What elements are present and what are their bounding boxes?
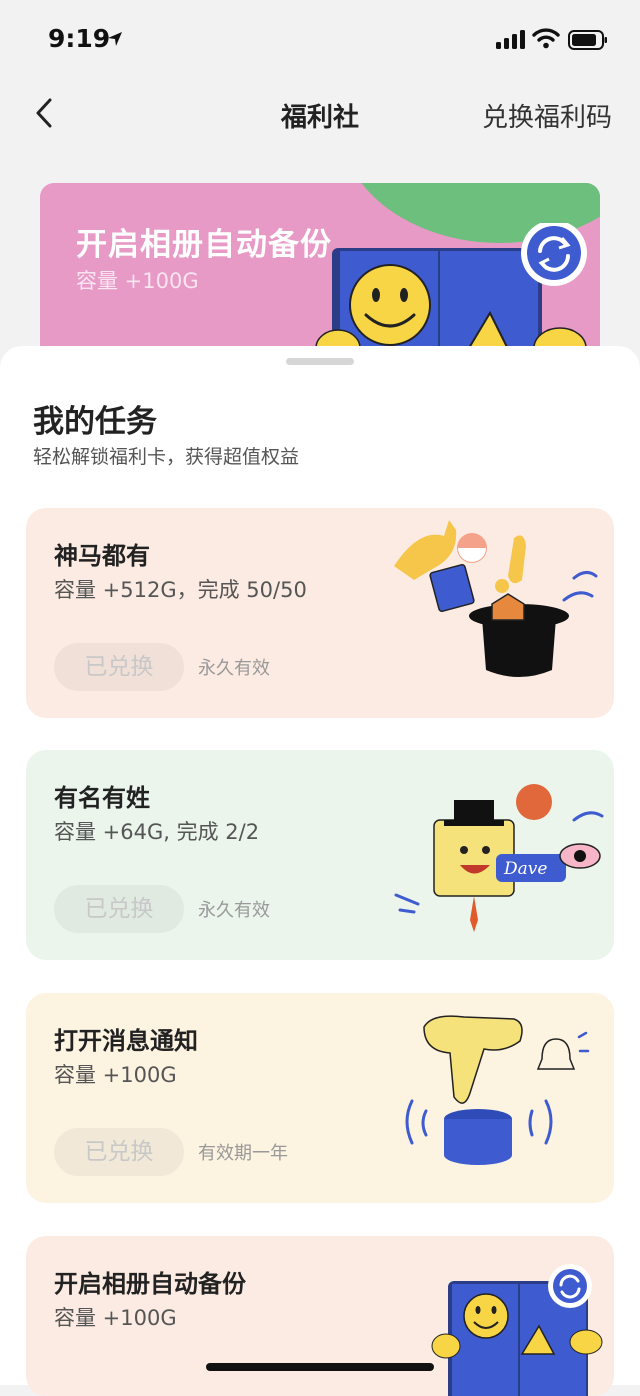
- status-time: 9:19: [48, 24, 111, 53]
- home-indicator: [206, 1363, 434, 1371]
- task-title: 有名有姓: [54, 784, 150, 812]
- nav-bar: 福利社 兑换福利码: [0, 80, 640, 150]
- task-reward: 容量 +512G，完成 50/50: [54, 578, 307, 602]
- redeemed-button[interactable]: 已兑换: [54, 885, 184, 933]
- redeemed-button[interactable]: 已兑换: [54, 1128, 184, 1176]
- task-title: 神马都有: [54, 542, 150, 570]
- name-tag-illustration-icon: Dave: [394, 784, 604, 932]
- location-arrow-icon: [108, 32, 122, 46]
- redeemed-button[interactable]: 已兑换: [54, 643, 184, 691]
- task-reward: 容量 +64G, 完成 2/2: [54, 820, 260, 844]
- task-title: 开启相册自动备份: [54, 1270, 246, 1298]
- redeem-code-button[interactable]: 兑换福利码: [482, 97, 612, 134]
- status-bar: 9:19: [0, 0, 640, 80]
- wifi-icon: [532, 28, 560, 49]
- task-title: 打开消息通知: [54, 1027, 198, 1055]
- task-card[interactable]: 开启相册自动备份 容量 +100G: [26, 1236, 614, 1396]
- svg-text:Dave: Dave: [503, 859, 547, 879]
- sheet-grabber[interactable]: [286, 358, 354, 365]
- photo-album-illustration-icon: [431, 1264, 603, 1396]
- banner-title: 开启相册自动备份: [76, 227, 332, 263]
- magic-hat-illustration-icon: [394, 520, 598, 677]
- validity-label: 永久有效: [198, 658, 270, 679]
- task-card[interactable]: 有名有姓 容量 +64G, 完成 2/2 已兑换 永久有效 Dave: [26, 750, 614, 960]
- tasks-sheet: 我的任务 轻松解锁福利卡，获得超值权益 神马都有 容量 +512G，完成 50/…: [0, 346, 640, 1396]
- cellular-signal-icon: [496, 30, 525, 49]
- task-card[interactable]: 打开消息通知 容量 +100G 已兑换 有效期一年: [26, 993, 614, 1203]
- banner-subtitle: 容量 +100G: [76, 269, 199, 293]
- task-reward: 容量 +100G: [54, 1306, 177, 1330]
- sheet-subtitle: 轻松解锁福利卡，获得超值权益: [33, 446, 300, 468]
- validity-label: 有效期一年: [198, 1143, 288, 1164]
- battery-icon: [568, 30, 607, 50]
- task-card[interactable]: 神马都有 容量 +512G，完成 50/50 已兑换 永久有效: [26, 508, 614, 718]
- notification-button-illustration-icon: [405, 1015, 590, 1165]
- task-reward: 容量 +100G: [54, 1063, 177, 1087]
- sheet-title: 我的任务: [33, 404, 157, 440]
- validity-label: 永久有效: [198, 900, 270, 921]
